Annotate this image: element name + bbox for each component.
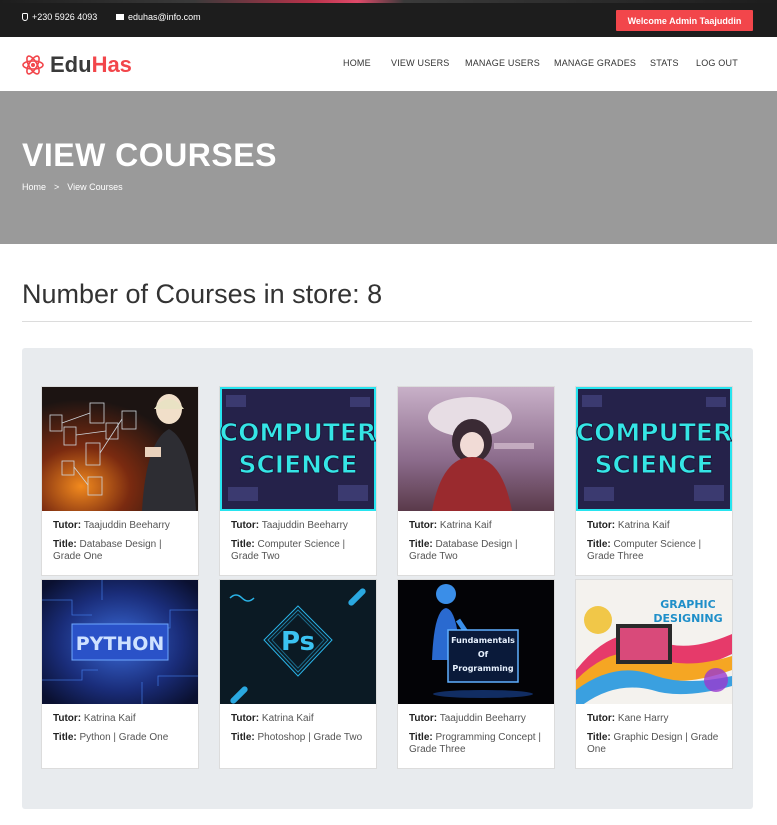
cs-text-line1: COMPUTER: [576, 418, 732, 447]
breadcrumb-separator: >: [54, 182, 60, 192]
gd-text-line2: DESIGNING: [653, 612, 722, 625]
course-info: Tutor: Taajuddin Beeharry Title: Compute…: [231, 520, 369, 563]
nav-stats[interactable]: STATS: [650, 58, 679, 68]
course-card[interactable]: PYTHON Tutor: Katrina Kaif Title: Python…: [41, 579, 199, 769]
course-thumbnail[interactable]: [42, 387, 198, 511]
course-card[interactable]: Tutor: Taajuddin Beeharry Title: Databas…: [41, 386, 199, 576]
course-thumbnail[interactable]: Ps: [220, 580, 376, 704]
nav-home[interactable]: HOME: [343, 58, 371, 68]
cs-text-line1: COMPUTER: [220, 418, 376, 447]
tutor-label: Tutor:: [231, 520, 260, 531]
title-label: Title:: [587, 539, 611, 550]
course-count-heading: Number of Courses in store: 8: [22, 279, 383, 309]
course-card[interactable]: COMPUTER SCIENCE Tutor: Taajuddin Beehar…: [219, 386, 377, 576]
nav-manage-users[interactable]: MANAGE USERS: [465, 58, 540, 68]
course-thumbnail[interactable]: PYTHON: [42, 580, 198, 704]
python-text: PYTHON: [76, 633, 165, 655]
cs-text-line2: SCIENCE: [238, 450, 357, 479]
course-card[interactable]: Ps Tutor: Katrina Kaif Title: Photoshop …: [219, 579, 377, 769]
page-title: VIEW COURSES: [22, 137, 277, 173]
title-label: Title:: [231, 539, 255, 550]
tutor-label: Tutor:: [231, 713, 260, 724]
title-label: Title:: [409, 539, 433, 550]
breadcrumb-current: View Courses: [67, 182, 123, 192]
email-contact[interactable]: eduhas@info.com: [116, 12, 201, 22]
tutor-label: Tutor:: [53, 520, 82, 531]
course-tutor: Taajuddin Beeharry: [439, 713, 526, 724]
course-tutor: Kane Harry: [617, 713, 669, 724]
title-label: Title:: [409, 732, 433, 743]
computer-science-banner-image: COMPUTER SCIENCE: [220, 387, 376, 511]
nav-view-users[interactable]: VIEW USERS: [391, 58, 450, 68]
photoshop-logo-image: Ps: [220, 580, 376, 704]
course-card[interactable]: Tutor: Katrina Kaif Title: Database Desi…: [397, 386, 555, 576]
phone-contact: +230 5926 4093: [22, 12, 97, 22]
atom-icon: [22, 55, 44, 75]
fop-text-line1: Fundamentals: [451, 636, 515, 645]
title-label: Title:: [53, 732, 77, 743]
tutor-label: Tutor:: [587, 520, 616, 531]
nav-manage-grades[interactable]: MANAGE GRADES: [554, 58, 636, 68]
course-thumbnail[interactable]: Fundamentals Of Programming: [398, 580, 554, 704]
heading-divider: [22, 321, 752, 322]
title-label: Title:: [53, 539, 77, 550]
course-info: Tutor: Taajuddin Beeharry Title: Databas…: [53, 520, 191, 563]
course-thumbnail[interactable]: COMPUTER SCIENCE: [576, 387, 732, 511]
tutor-label: Tutor:: [587, 713, 616, 724]
fop-text-line3: Programming: [452, 664, 513, 673]
course-card[interactable]: GRAPHIC DESIGNING Tutor: Kane Harry Titl…: [575, 579, 733, 769]
courses-panel: Tutor: Taajuddin Beeharry Title: Databas…: [22, 348, 753, 809]
logo-text-has: Has: [91, 52, 132, 77]
python-circuit-image: PYTHON: [42, 580, 198, 704]
anime-girl-image: [398, 387, 554, 511]
fundamentals-of-programming-image: Fundamentals Of Programming: [398, 580, 554, 704]
course-tutor: Katrina Kaif: [439, 520, 492, 531]
course-tutor: Katrina Kaif: [261, 713, 314, 724]
site-header: Edu Has HOME VIEW USERS MANAGE USERS MANA…: [0, 37, 777, 91]
course-card[interactable]: Fundamentals Of Programming Tutor: Taaju…: [397, 579, 555, 769]
nav-log-out[interactable]: LOG OUT: [696, 58, 738, 68]
title-label: Title:: [231, 732, 255, 743]
mail-icon: [116, 14, 124, 20]
gd-text-line1: GRAPHIC: [660, 598, 715, 611]
course-thumbnail[interactable]: [398, 387, 554, 511]
email-text[interactable]: eduhas@info.com: [128, 12, 201, 22]
tutor-label: Tutor:: [409, 520, 438, 531]
course-info: Tutor: Katrina Kaif Title: Database Desi…: [409, 520, 547, 563]
welcome-admin-button[interactable]: Welcome Admin Taajuddin: [616, 10, 753, 31]
course-tutor: Taajuddin Beeharry: [261, 520, 348, 531]
course-info: Tutor: Katrina Kaif Title: Photoshop | G…: [231, 713, 369, 744]
course-info: Tutor: Taajuddin Beeharry Title: Program…: [409, 713, 547, 756]
site-logo[interactable]: Edu Has: [21, 52, 132, 78]
course-info: Tutor: Katrina Kaif Title: Computer Scie…: [587, 520, 725, 563]
cs-text-line2: SCIENCE: [594, 450, 713, 479]
graphic-designing-image: GRAPHIC DESIGNING: [576, 580, 732, 704]
course-title: Photoshop | Grade Two: [257, 732, 363, 743]
course-tutor: Katrina Kaif: [83, 713, 136, 724]
phone-text: +230 5926 4093: [32, 12, 98, 22]
course-tutor: Taajuddin Beeharry: [83, 520, 170, 531]
course-info: Tutor: Katrina Kaif Title: Python | Grad…: [53, 713, 191, 744]
tutor-label: Tutor:: [409, 713, 438, 724]
logo-text-edu: Edu: [50, 52, 92, 77]
course-thumbnail[interactable]: COMPUTER SCIENCE: [220, 387, 376, 511]
course-title: Python | Grade One: [79, 732, 169, 743]
course-card[interactable]: COMPUTER SCIENCE Tutor: Katrina Kaif Tit…: [575, 386, 733, 576]
fop-text-line2: Of: [478, 650, 489, 659]
course-info: Tutor: Kane Harry Title: Graphic Design …: [587, 713, 725, 756]
breadcrumb-home[interactable]: Home: [22, 182, 46, 192]
course-tutor: Katrina Kaif: [617, 520, 670, 531]
breadcrumb: Home > View Courses: [22, 182, 123, 192]
tutor-label: Tutor:: [53, 713, 82, 724]
top-bar: +230 5926 4093 eduhas@info.com Welcome A…: [0, 0, 777, 37]
phone-icon: [22, 13, 28, 21]
course-thumbnail[interactable]: GRAPHIC DESIGNING: [576, 580, 732, 704]
page-banner: VIEW COURSES Home > View Courses: [0, 91, 777, 244]
database-photo-image: [42, 387, 198, 511]
title-label: Title:: [587, 732, 611, 743]
ps-text: Ps: [281, 627, 315, 657]
top-accent-strip: [0, 0, 777, 3]
computer-science-banner-image: COMPUTER SCIENCE: [576, 387, 732, 511]
